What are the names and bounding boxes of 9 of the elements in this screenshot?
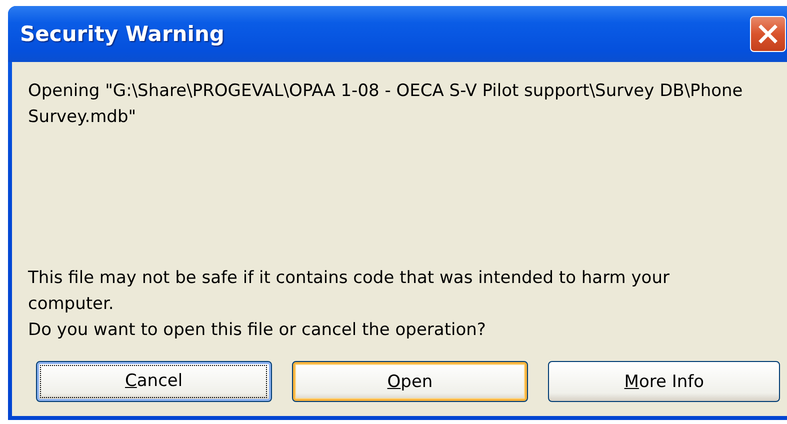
- close-button[interactable]: [750, 16, 786, 52]
- warning-message: Do you want to open this file or cancel the operation?: [28, 319, 487, 342]
- window-title: Security Warning: [20, 22, 226, 46]
- file-path-message: Opening "G:\Share\PROGEVAL\OPAA 1-08 - OECA S-V Pilot support\Survey DB\Phone Survey.mdb": [28, 80, 744, 129]
- dialog-button[interactable]: Cancel: [36, 361, 272, 402]
- dialog-button[interactable]: Open: [292, 361, 528, 402]
- warning-message: This file may not be safe if it contains code that was intended to harm your computer.: [28, 267, 670, 316]
- dialog-button[interactable]: More Info: [548, 361, 780, 402]
- close-icon: [758, 24, 778, 44]
